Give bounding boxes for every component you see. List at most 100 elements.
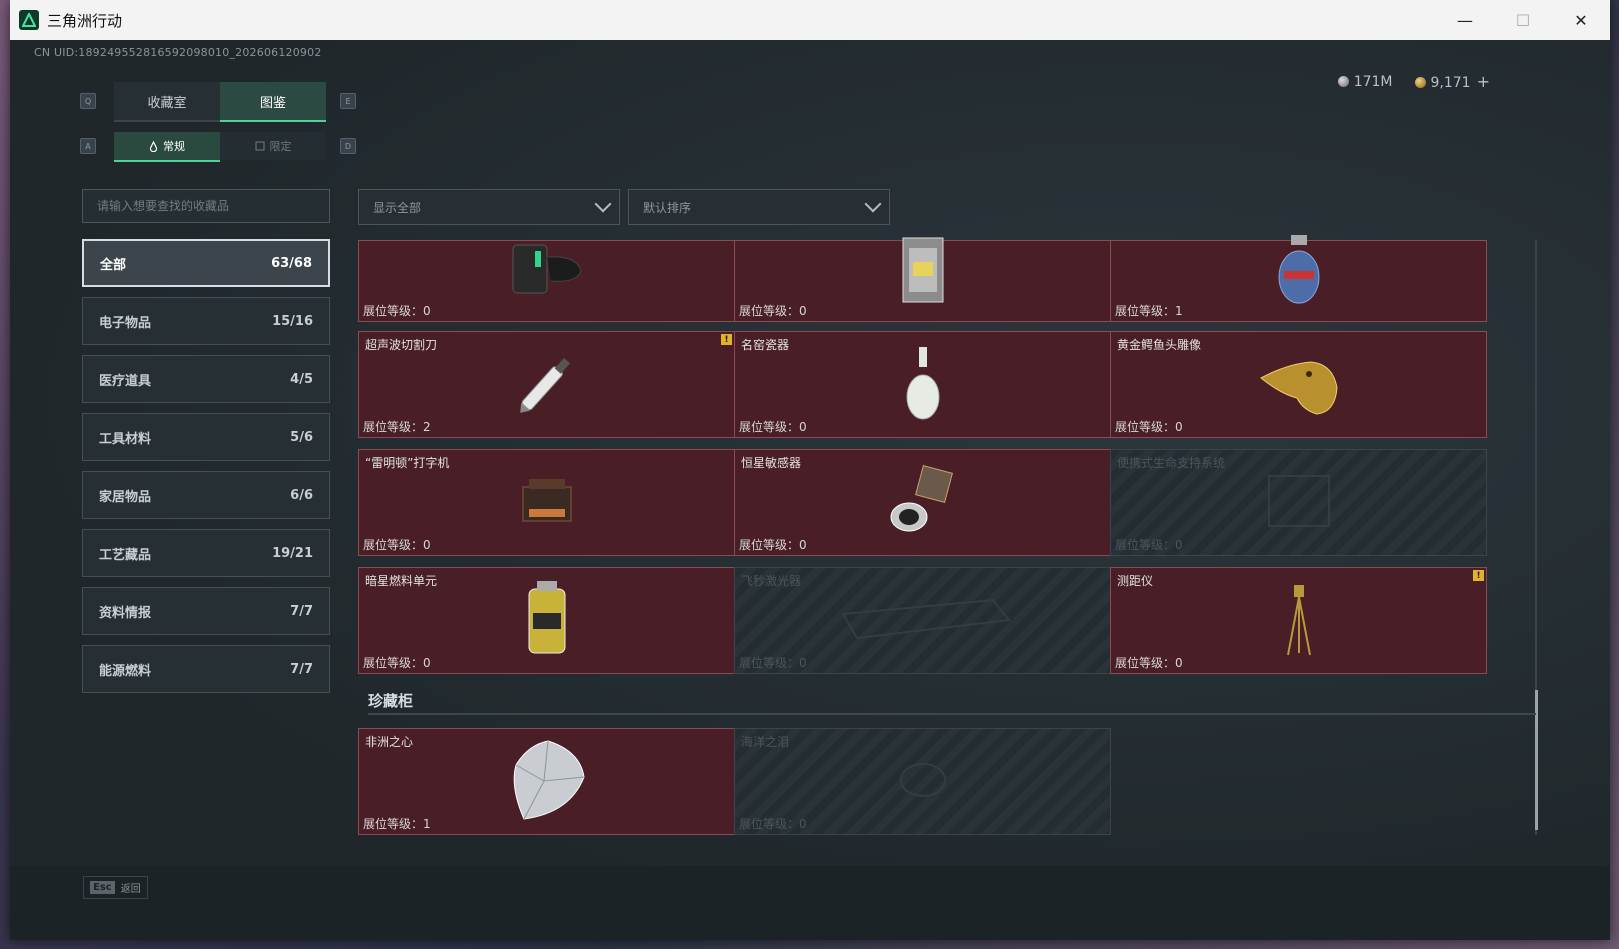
gold-currency: 9,171 + bbox=[1414, 72, 1490, 91]
subtab-regular[interactable]: 常规 bbox=[114, 132, 220, 162]
back-button[interactable]: Esc 返回 bbox=[83, 876, 148, 899]
new-badge: ! bbox=[1473, 570, 1484, 581]
card-name: 恒星敏感器 bbox=[741, 456, 802, 470]
category-medical[interactable]: 医疗道具 4/5 bbox=[82, 355, 330, 403]
category-count: 7/7 bbox=[290, 603, 313, 619]
item-card[interactable]: 黄金鳄鱼头雕像 展位等级：0 bbox=[1110, 331, 1487, 438]
level-value: 1 bbox=[423, 817, 431, 831]
category-household[interactable]: 家居物品 6/6 bbox=[82, 471, 330, 519]
tab-codex[interactable]: 图鉴 bbox=[220, 82, 326, 122]
window-title: 三角洲行动 bbox=[47, 11, 123, 30]
search-input[interactable] bbox=[95, 198, 319, 214]
fuel-cell-icon bbox=[523, 579, 571, 663]
category-label: 工具材料 bbox=[99, 431, 152, 447]
croc-statue-icon bbox=[1257, 348, 1341, 422]
card-name: 便携式生命支持系统 bbox=[1117, 456, 1226, 470]
card-level: 展位等级：0 bbox=[363, 654, 431, 671]
item-card-locked[interactable]: 便携式生命支持系统 展位等级：0 bbox=[1110, 449, 1487, 556]
typewriter-icon bbox=[515, 469, 579, 537]
esc-key-hint: Esc bbox=[90, 881, 115, 894]
category-label: 家居物品 bbox=[99, 489, 152, 505]
card-level: 展位等级：0 bbox=[739, 654, 807, 671]
item-card[interactable]: 暗星燃料单元 展位等级：0 bbox=[358, 567, 735, 674]
card-level: 展位等级：0 bbox=[363, 302, 431, 319]
card-level: 展位等级：0 bbox=[739, 418, 807, 435]
card-name: 超声波切割刀 bbox=[365, 338, 438, 352]
level-label: 展位等级： bbox=[363, 304, 424, 318]
card-name: 名窑瓷器 bbox=[741, 338, 790, 352]
minimize-button[interactable]: — bbox=[1436, 0, 1494, 40]
new-badge: ! bbox=[721, 334, 732, 345]
level-label: 展位等级： bbox=[739, 420, 800, 434]
card-name: 暗星燃料单元 bbox=[365, 574, 438, 588]
limited-icon bbox=[255, 141, 264, 151]
level-label: 展位等级： bbox=[739, 817, 800, 831]
category-all[interactable]: 全部 63/68 bbox=[82, 239, 330, 287]
sort-dropdown[interactable]: 默认排序 bbox=[628, 189, 890, 225]
search-box[interactable] bbox=[82, 189, 330, 223]
category-tools[interactable]: 工具材料 5/6 bbox=[82, 413, 330, 461]
item-card[interactable]: 超声波切割刀 ! 展位等级：2 bbox=[358, 331, 735, 438]
category-crafts[interactable]: 工艺藏品 19/21 bbox=[82, 529, 330, 577]
category-count: 63/68 bbox=[271, 255, 312, 271]
item-card[interactable]: “雷明顿”打字机 展位等级：0 bbox=[358, 449, 735, 556]
add-currency-button[interactable]: + bbox=[1477, 72, 1490, 91]
card-name: 海洋之泪 bbox=[741, 735, 790, 749]
subtab-limited-label: 限定 bbox=[269, 140, 292, 153]
cabinet-section-title: 珍藏柜 bbox=[368, 692, 414, 710]
category-energy[interactable]: 能源燃料 7/7 bbox=[82, 645, 330, 693]
title-bar: 三角洲行动 — ☐ ✕ bbox=[10, 0, 1610, 40]
card-name: 测距仪 bbox=[1117, 574, 1154, 588]
category-label: 能源燃料 bbox=[99, 663, 152, 679]
card-level: 展位等级：0 bbox=[363, 536, 431, 553]
section-divider bbox=[368, 713, 1536, 715]
item-card[interactable]: 展位等级：1 bbox=[1110, 235, 1487, 322]
level-value: 0 bbox=[799, 304, 807, 318]
category-count: 15/16 bbox=[272, 313, 313, 329]
filter-dropdown[interactable]: 显示全部 bbox=[358, 189, 620, 225]
level-label: 展位等级： bbox=[1115, 538, 1176, 552]
card-level: 展位等级：0 bbox=[739, 536, 807, 553]
vase-icon bbox=[903, 343, 943, 427]
currency-bar: 171M 9,171 + bbox=[1337, 72, 1490, 91]
category-electronics[interactable]: 电子物品 15/16 bbox=[82, 297, 330, 345]
item-card[interactable]: 名窑瓷器 展位等级：0 bbox=[734, 331, 1111, 438]
key-hint-e: E bbox=[340, 93, 356, 109]
level-value: 2 bbox=[423, 420, 431, 434]
silver-currency: 171M bbox=[1337, 74, 1393, 90]
key-hint-q: Q bbox=[80, 93, 96, 109]
regular-icon bbox=[149, 140, 158, 152]
user-id-label: CN UID:189249552816592098010_20260612090… bbox=[34, 46, 322, 59]
tab-collection-room[interactable]: 收藏室 bbox=[114, 82, 220, 122]
level-label: 展位等级： bbox=[1115, 304, 1176, 318]
level-label: 展位等级： bbox=[739, 538, 800, 552]
level-label: 展位等级： bbox=[363, 420, 424, 434]
item-card[interactable]: 测距仪 ! 展位等级：0 bbox=[1110, 567, 1487, 674]
item-card[interactable]: 展位等级：0 bbox=[358, 240, 735, 322]
item-card[interactable]: 展位等级：0 bbox=[734, 237, 1111, 322]
item-card-locked[interactable]: 飞秒激光器 展位等级：0 bbox=[734, 567, 1111, 674]
rangefinder-icon bbox=[1284, 579, 1314, 663]
card-level: 展位等级：1 bbox=[363, 815, 431, 832]
category-label: 全部 bbox=[100, 257, 127, 273]
close-button[interactable]: ✕ bbox=[1552, 0, 1610, 40]
gold-amount: 9,171 bbox=[1430, 75, 1471, 91]
level-label: 展位等级： bbox=[363, 656, 424, 670]
back-label: 返回 bbox=[120, 884, 141, 895]
chevron-down-icon bbox=[864, 195, 882, 213]
laser-icon bbox=[833, 594, 1013, 648]
level-value: 0 bbox=[423, 304, 431, 318]
level-value: 1 bbox=[1175, 304, 1183, 318]
item-card-locked[interactable]: 海洋之泪 展位等级：0 bbox=[734, 728, 1111, 835]
item-card[interactable]: 非洲之心 展位等级：1 bbox=[358, 728, 735, 835]
subtab-limited[interactable]: 限定 bbox=[220, 132, 326, 160]
scrollbar-thumb[interactable] bbox=[1535, 690, 1538, 830]
item-card[interactable]: 恒星敏感器 展位等级：0 bbox=[734, 449, 1111, 556]
category-label: 电子物品 bbox=[99, 315, 152, 331]
level-value: 0 bbox=[799, 817, 807, 831]
category-intel[interactable]: 资料情报 7/7 bbox=[82, 587, 330, 635]
category-label: 医疗道具 bbox=[99, 373, 152, 389]
card-level: 展位等级：0 bbox=[739, 815, 807, 832]
card-level: 展位等级：0 bbox=[1115, 654, 1183, 671]
maximize-button[interactable]: ☐ bbox=[1494, 0, 1552, 40]
